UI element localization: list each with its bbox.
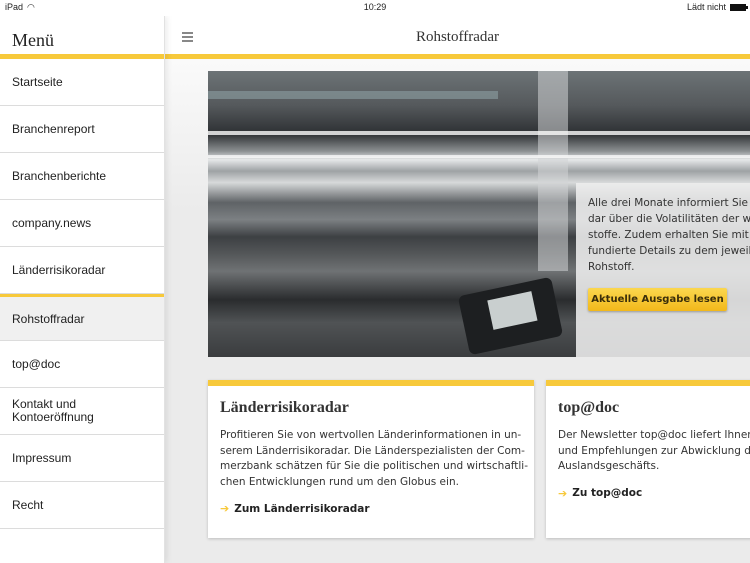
card-text-line: chen Entwicklungen rund um den Globus ei… — [220, 475, 459, 488]
sidebar-item-label: Rohstoffradar — [12, 311, 85, 326]
arrow-right-icon: ➔ — [558, 486, 568, 500]
card-text-line: Auslandsgeschäfts. — [558, 460, 660, 472]
sidebar-title: Menü — [12, 30, 54, 50]
hero-text-line: Rohstoff. — [588, 261, 635, 273]
sidebar-item-label: Impressum — [12, 451, 72, 465]
hero-image-pipe-highlight — [208, 131, 750, 135]
menu-list: Startseite Branchenreport Branchenberich… — [0, 59, 164, 529]
sidebar-item-label: Kontakt und Kontoeröffnung — [12, 397, 94, 424]
sidebar-item-impressum[interactable]: Impressum — [0, 435, 164, 482]
card-title: top@doc — [558, 399, 620, 416]
card-text-line: Profitieren Sie von wertvollen Länderinf… — [220, 429, 522, 441]
sidebar-item-startseite[interactable]: Startseite — [0, 59, 164, 106]
top-bar: Rohstoffradar — [165, 16, 750, 54]
sidebar-item-laenderrisikoradar[interactable]: Länderrisikoradar — [0, 247, 164, 294]
card-link-label: Zum Länderrisikoradar — [234, 502, 370, 515]
card-text-line: merzbank schätzen für Sie die politische… — [220, 460, 529, 472]
read-current-issue-button[interactable]: Aktuelle Ausgabe lesen — [588, 288, 727, 311]
link-zu-top-doc[interactable]: ➔ Zu top@doc — [558, 487, 750, 500]
battery-status: Lädt nicht — [686, 2, 726, 12]
card-link-label: Zu top@doc — [572, 487, 643, 499]
hero-image-column — [538, 71, 568, 271]
main-content: Rohstoffradar Alle drei Monate informier… — [165, 16, 750, 563]
hero-text-line: Alle drei Monate informiert Sie d — [588, 197, 750, 209]
sidebar-item-recht[interactable]: Recht — [0, 482, 164, 529]
card-text-line: Der Newsletter top@doc liefert Ihnen — [558, 429, 750, 441]
sidebar-item-top-doc[interactable]: top@doc — [0, 341, 164, 388]
status-bar: iPad ◠ 10:29 Lädt nicht — [0, 0, 750, 16]
card-top-doc: top@doc Der Newsletter top@doc liefert I… — [546, 380, 750, 538]
sidebar-item-kontakt[interactable]: Kontakt und Kontoeröffnung — [0, 388, 164, 435]
clock: 10:29 — [363, 2, 387, 12]
sidebar-item-label: Startseite — [12, 75, 63, 89]
sidebar-item-label: Branchenreport — [12, 122, 95, 136]
sidebar-item-company-news[interactable]: company.news — [0, 200, 164, 247]
hero-text-line: stoffe. Zudem erhalten Sie mit j — [588, 229, 750, 241]
sidebar-item-label: company.news — [12, 216, 92, 230]
sidebar-item-branchenberichte[interactable]: Branchenberichte — [0, 153, 164, 200]
sidebar-menu: Menü Startseite Branchenreport Branchenb… — [0, 16, 165, 563]
hero-info-box: Alle drei Monate informiert Sie d dar üb… — [576, 183, 750, 357]
card-text-line: und Empfehlungen zur Abwicklung de — [558, 444, 750, 457]
arrow-right-icon: ➔ — [220, 502, 230, 515]
sidebar-item-label: Branchenberichte — [12, 169, 107, 183]
card-laenderrisikoradar: Länderrisikoradar Profitieren Sie von we… — [208, 380, 534, 538]
hero-image-pipe-highlight — [208, 155, 750, 158]
link-zum-laenderrisikoradar[interactable]: ➔ Zum Länderrisikoradar — [220, 502, 534, 515]
hero-text-line: dar über die Volatilitäten der wi — [588, 213, 750, 225]
battery-icon — [730, 3, 748, 11]
sidebar-item-label: Recht — [12, 498, 44, 512]
hero-banner: Alle drei Monate informiert Sie d dar üb… — [208, 71, 750, 357]
sidebar-item-branchenreport[interactable]: Branchenreport — [0, 106, 164, 153]
card-text-line: serem Länderrisikoradar. Die Länderspezi… — [220, 444, 525, 457]
sidebar-item-label: top@doc — [12, 357, 61, 371]
sidebar-item-rohstoffradar[interactable]: Rohstoffradar — [0, 294, 164, 341]
card-title: Länderrisikoradar — [220, 399, 349, 416]
hero-image-shelf — [208, 91, 498, 99]
hero-text-line: fundierte Details zu dem jeweili — [588, 245, 750, 257]
sidebar-item-label: Länderrisikoradar — [12, 263, 106, 277]
